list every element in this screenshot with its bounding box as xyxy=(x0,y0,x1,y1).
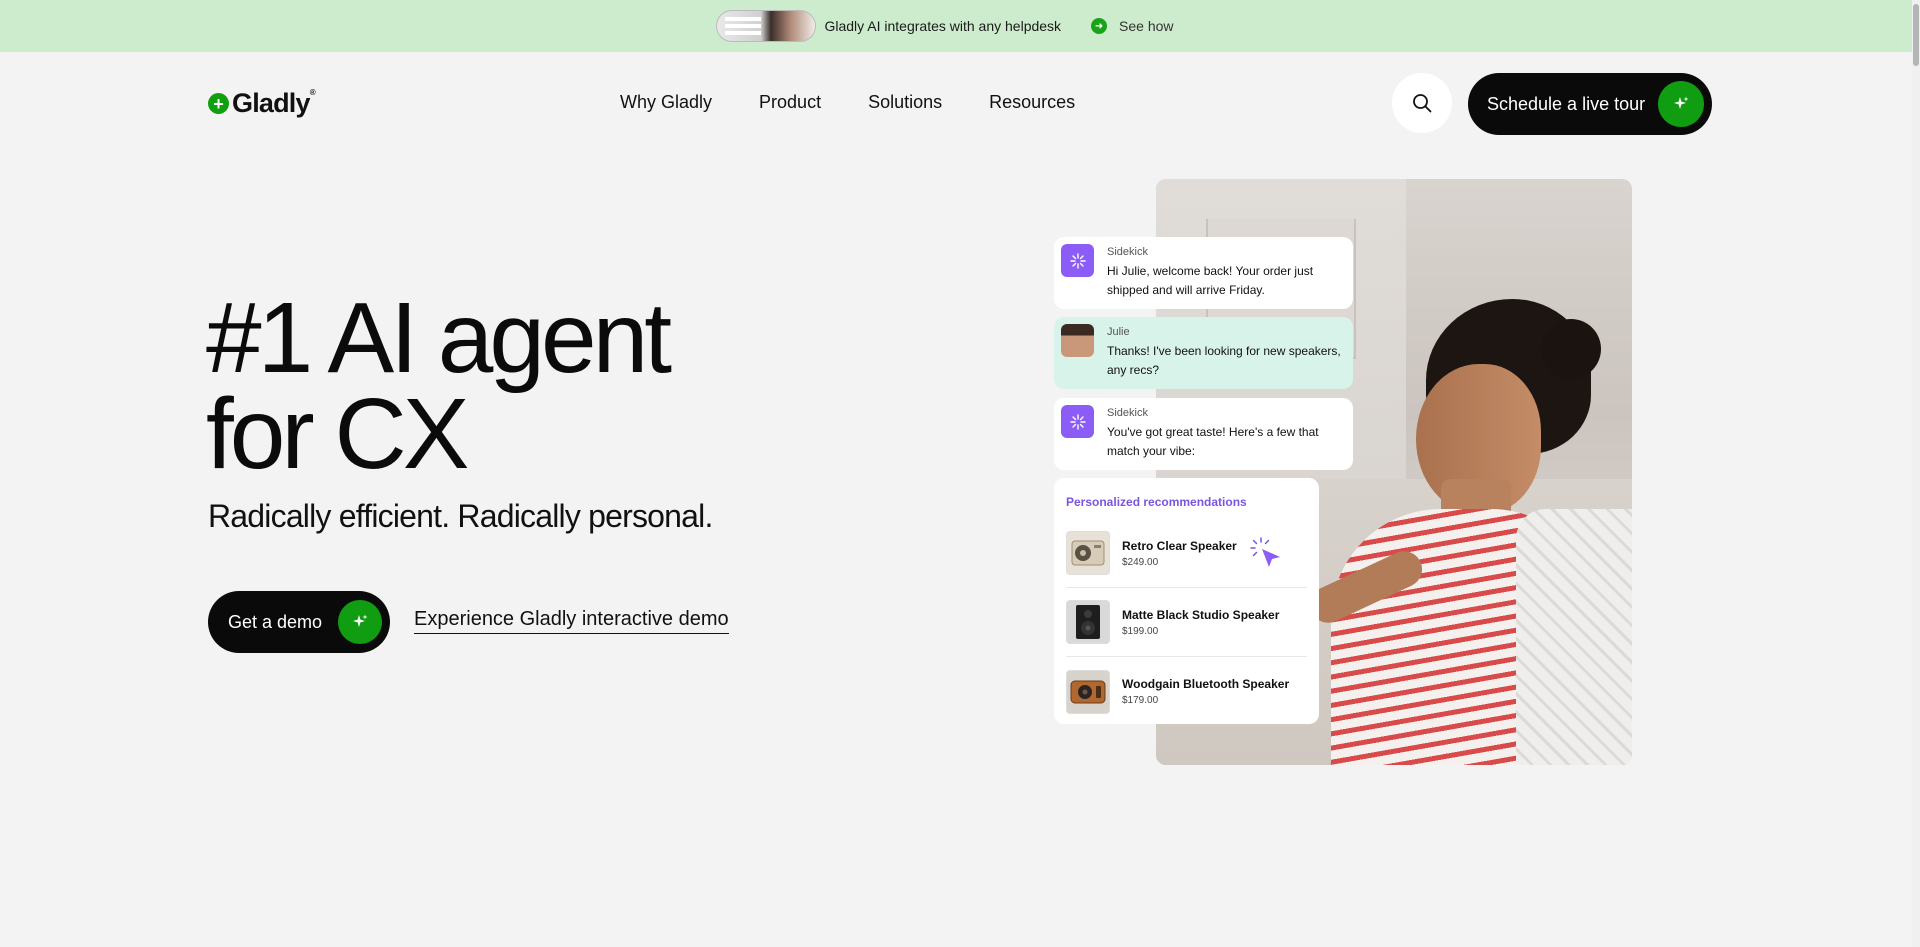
arrow-right-icon[interactable]: ➜ xyxy=(1091,18,1108,34)
hero-title-line-2: for CX xyxy=(206,378,469,490)
gladly-logo[interactable]: + Gladly® xyxy=(208,88,316,119)
hero-title-line-1: #1 AI agent xyxy=(206,282,672,394)
chat-message-sidekick: Sidekick Hi Julie, welcome back! Your or… xyxy=(1054,237,1353,309)
message-text: You've got great taste! Here's a few tha… xyxy=(1107,425,1319,458)
plus-logo-icon: + xyxy=(208,93,229,114)
chat-message-sidekick: Sidekick You've got great taste! Here's … xyxy=(1054,398,1353,470)
message-sender: Sidekick xyxy=(1107,246,1148,258)
nav-solutions[interactable]: Solutions xyxy=(868,92,942,113)
announcement-thumbnail xyxy=(716,10,817,42)
announcement-text: Gladly AI integrates with any helpdesk xyxy=(824,18,1062,34)
product-price: $179.00 xyxy=(1122,695,1159,706)
main-nav: Why Gladly Product Solutions Resources xyxy=(620,92,1075,113)
product-price: $199.00 xyxy=(1122,625,1159,637)
speaker-image xyxy=(1066,669,1110,714)
announcement-content: Gladly AI integrates with any helpdesk ➜… xyxy=(716,10,1174,42)
cursor-click-icon xyxy=(1250,537,1280,567)
scrollbar-thumb[interactable] xyxy=(1913,4,1919,66)
message-text: Hi Julie, welcome back! Your order just … xyxy=(1107,264,1314,297)
sparkle-icon xyxy=(1658,81,1704,127)
search-icon xyxy=(1413,94,1432,113)
list-item[interactable]: Matte Black Studio Speaker $199.00 xyxy=(1066,588,1307,657)
get-demo-label: Get a demo xyxy=(228,611,323,632)
see-how-link[interactable]: See how xyxy=(1119,18,1173,34)
julie-avatar xyxy=(1061,324,1094,357)
search-button[interactable] xyxy=(1392,73,1452,133)
product-name: Retro Clear Speaker xyxy=(1122,538,1237,553)
schedule-tour-button[interactable]: Schedule a live tour xyxy=(1468,73,1712,135)
hero-subtitle: Radically efficient. Radically personal. xyxy=(208,498,713,534)
product-price: $249.00 xyxy=(1122,556,1159,568)
message-sender: Julie xyxy=(1107,326,1130,338)
sparkle-icon xyxy=(338,600,382,644)
get-demo-button[interactable]: Get a demo xyxy=(208,591,390,653)
page-scrollbar[interactable] xyxy=(1912,0,1920,947)
nav-resources[interactable]: Resources xyxy=(989,92,1075,113)
schedule-tour-label: Schedule a live tour xyxy=(1487,93,1646,114)
logo-text: Gladly® xyxy=(232,88,316,118)
product-name: Woodgain Bluetooth Speaker xyxy=(1122,677,1290,691)
hero-title: #1 AI agent for CX xyxy=(206,282,672,490)
sidekick-avatar xyxy=(1061,244,1094,277)
message-text: Thanks! I've been looking for new speake… xyxy=(1107,344,1341,377)
product-name: Matte Black Studio Speaker xyxy=(1122,607,1280,622)
list-item[interactable]: Woodgain Bluetooth Speaker $179.00 xyxy=(1066,657,1307,726)
nav-why-gladly[interactable]: Why Gladly xyxy=(620,92,712,113)
recommendations-card: Personalized recommendations Retro Clear… xyxy=(1054,478,1319,724)
sidekick-avatar xyxy=(1061,405,1094,438)
speaker-image xyxy=(1066,531,1110,575)
recommendations-title: Personalized recommendations xyxy=(1066,495,1247,509)
loader-icon xyxy=(1069,252,1086,269)
nav-product[interactable]: Product xyxy=(759,92,821,113)
announcement-bar: Gladly AI integrates with any helpdesk ➜… xyxy=(0,0,1920,52)
interactive-demo-link[interactable]: Experience Gladly interactive demo xyxy=(414,608,729,634)
message-sender: Sidekick xyxy=(1107,407,1148,419)
loader-icon xyxy=(1069,413,1086,430)
speaker-image xyxy=(1066,600,1110,644)
chat-message-julie: Julie Thanks! I've been looking for new … xyxy=(1054,317,1353,389)
